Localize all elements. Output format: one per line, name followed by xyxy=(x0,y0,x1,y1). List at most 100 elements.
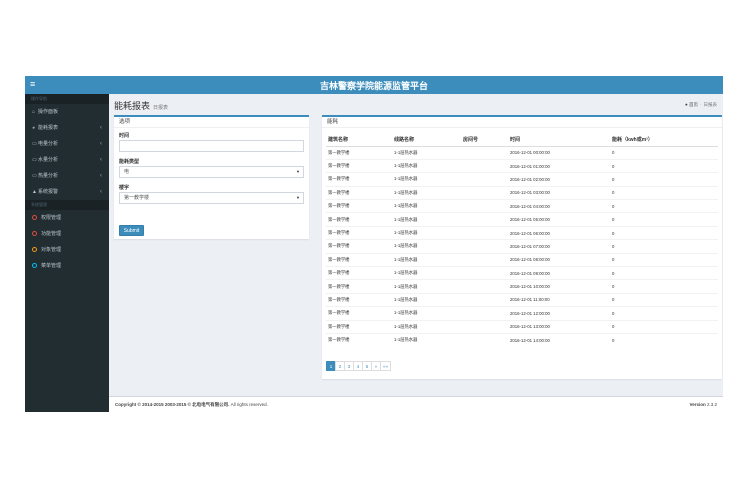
table-cell: 2016-12-01 11:00:00 xyxy=(508,292,610,307)
table-cell: 0 xyxy=(610,292,718,307)
sidebar-item-label: 菜单管理 xyxy=(41,263,62,269)
sidebar-item-label: 操作面板 xyxy=(38,109,59,115)
sidebar-item-menus[interactable]: 菜单管理 xyxy=(25,258,109,274)
sidebar-item-electricity[interactable]: ▭电量分析 ‹ xyxy=(25,136,109,152)
table-cell: 0 xyxy=(610,306,718,321)
table-row: 第一教学楼 1-1层热水器 2016-12-01 06:00:00 0 xyxy=(326,225,718,240)
sidebar-item-label: 热量分析 xyxy=(38,173,59,179)
table-cell: 0 xyxy=(610,252,718,267)
table-cell: 0 xyxy=(610,212,718,227)
table-row: 第一教学楼 1-1层热水器 2016-12-01 08:00:00 0 xyxy=(326,252,718,267)
app-window: ≡ 吉林警察学院能源监管平台 操作导航 ⌂ 操作面板 ◕ 能耗报表 ‹ ▭电量分析 … xyxy=(25,76,723,412)
table-cell: 0 xyxy=(610,239,718,254)
column-header[interactable]: 时间 xyxy=(508,133,610,147)
sidebar-section-admin: 系统管理 xyxy=(25,200,109,210)
sidebar-item-water[interactable]: ▭水量分析 ‹ xyxy=(25,152,109,168)
table-cell: 第一教学楼 xyxy=(326,199,392,213)
submit-button[interactable]: Submit xyxy=(119,225,144,236)
table-row: 第一教学楼 1-1层热水器 2016-12-01 12:00:00 0 xyxy=(326,306,718,321)
table-cell: 2016-12-01 12:00:00 xyxy=(508,306,610,321)
energy-type-value: 电 xyxy=(124,169,130,175)
table-cell: 0 xyxy=(610,319,718,334)
caret-down-icon: ▼ xyxy=(296,169,300,174)
circle-icon xyxy=(32,230,37,236)
table-cell: 1-1层热水器 xyxy=(392,319,461,334)
table-cell: 2016-12-01 03:00:00 xyxy=(508,185,610,200)
table-cell xyxy=(461,306,508,321)
table-cell xyxy=(461,185,508,200)
page-subtitle: 日报表 xyxy=(153,105,169,111)
table-cell: 1-1层热水器 xyxy=(392,158,461,173)
company-link[interactable]: 北电电气有限公司. xyxy=(192,402,229,407)
table-cell: 0 xyxy=(610,145,718,160)
table-cell: 第一教学楼 xyxy=(326,239,392,254)
column-header[interactable]: 建筑名称 xyxy=(326,133,392,147)
table-row: 第一教学楼 1-1层热水器 2016-12-01 00:00:00 0 xyxy=(326,145,718,160)
breadcrumb-current: 日报表 xyxy=(703,102,718,107)
table-row: 第一教学楼 1-1层热水器 2016-12-01 13:00:00 0 xyxy=(326,319,718,334)
table-cell: 1-1层热水器 xyxy=(392,266,461,280)
table-row: 第一教学楼 1-1层热水器 2016-12-01 03:00:00 0 xyxy=(326,185,718,200)
table-cell: 2016-12-01 13:00:00 xyxy=(508,319,610,334)
version-number: 2.3.2 xyxy=(706,402,717,407)
table-cell: 1-1层热水器 xyxy=(392,292,461,307)
column-header[interactable]: 房间号 xyxy=(461,133,508,147)
building-label: 楼宇 xyxy=(119,185,130,191)
sidebar-item-permissions[interactable]: 权限管理 xyxy=(25,210,109,226)
sidebar-item-energy-report[interactable]: ◕ 能耗报表 ‹ xyxy=(25,120,109,136)
table-cell xyxy=(461,332,508,347)
table-cell: 1-1层热水器 xyxy=(392,212,461,227)
table-cell: 2016-12-01 00:00:00 xyxy=(508,145,610,160)
dashboard-icon: ● xyxy=(685,102,688,107)
table-header-row: 建筑名称 线路名称 房间号 时间 能耗（kwh或m³） xyxy=(326,133,718,147)
pagination: 1 2 3 4 5»»» xyxy=(326,361,392,371)
table-cell: 0 xyxy=(610,279,718,294)
sidebar-item-dashboard[interactable]: ⌂ 操作面板 xyxy=(25,104,109,120)
table-cell: 1-1层热水器 xyxy=(392,332,461,347)
chevron-left-icon: ‹ xyxy=(100,125,102,131)
table-cell: 第一教学楼 xyxy=(326,172,392,187)
table-row: 第一教学楼 1-1层热水器 2016-12-01 05:00:00 0 xyxy=(326,212,718,227)
chevron-left-icon: ‹ xyxy=(100,157,102,163)
breadcrumb-home[interactable]: 首页 xyxy=(689,102,698,107)
table-cell: 第一教学楼 xyxy=(326,212,392,227)
table-cell: 第一教学楼 xyxy=(326,319,392,334)
column-header[interactable]: 线路名称 xyxy=(392,133,461,147)
building-select[interactable]: 第一教学楼 ▼ xyxy=(119,192,304,204)
sidebar-item-heat[interactable]: ▭热量分析 ‹ xyxy=(25,168,109,184)
table-cell: 0 xyxy=(610,332,718,347)
table-cell: 2016-12-01 01:00:00 xyxy=(508,158,610,173)
table-cell: 1-1层热水器 xyxy=(392,279,461,294)
sidebar-item-label: 对象管理 xyxy=(41,247,62,253)
table-cell: 0 xyxy=(610,158,718,173)
table-row: 第一教学楼 1-1层热水器 2016-12-01 14:00:00 0 xyxy=(326,332,718,347)
table-cell: 2016-12-01 14:00:00 xyxy=(508,332,610,347)
app-title: 吉林警察学院能源监管平台 xyxy=(319,82,428,92)
table-cell xyxy=(461,225,508,240)
sidebar-item-functions[interactable]: 功能管理 xyxy=(25,226,109,242)
table-row: 第一教学楼 1-1层热水器 2016-12-01 09:00:00 0 xyxy=(326,266,718,280)
table-row: 第一教学楼 1-1层热水器 2016-12-01 11:00:00 0 xyxy=(326,292,718,307)
chevron-left-icon: ‹ xyxy=(100,141,102,147)
time-input[interactable] xyxy=(119,140,304,152)
top-navbar: ≡ 吉林警察学院能源监管平台 xyxy=(25,76,723,94)
table-cell xyxy=(461,172,508,187)
table-cell: 第一教学楼 xyxy=(326,225,392,240)
building-value: 第一教学楼 xyxy=(124,195,150,201)
caret-down-icon: ▼ xyxy=(296,195,300,200)
energy-panel: 能耗 建筑名称 线路名称 房间号 时间 能耗（kwh或m³） 第一教学楼 1-1层… xyxy=(322,115,722,379)
column-header[interactable]: 能耗（kwh或m³） xyxy=(610,133,718,147)
table-cell: 1-1层热水器 xyxy=(392,306,461,321)
energy-type-select[interactable]: 电 ▼ xyxy=(119,166,304,178)
sidebar-item-alarm[interactable]: ▲系统报警 ‹ xyxy=(25,184,109,200)
chevron-left-icon: ‹ xyxy=(100,189,102,195)
sidebar-item-objects[interactable]: 对象管理 xyxy=(25,242,109,258)
table-cell: 第一教学楼 xyxy=(326,279,392,294)
table-cell xyxy=(461,199,508,213)
table-cell xyxy=(461,252,508,267)
options-panel-title: 选项 xyxy=(114,117,309,128)
table-cell: 2016-12-01 09:00:00 xyxy=(508,266,610,280)
table-cell xyxy=(461,279,508,294)
page-link[interactable]: »» xyxy=(380,361,392,371)
table-cell: 第一教学楼 xyxy=(326,252,392,267)
